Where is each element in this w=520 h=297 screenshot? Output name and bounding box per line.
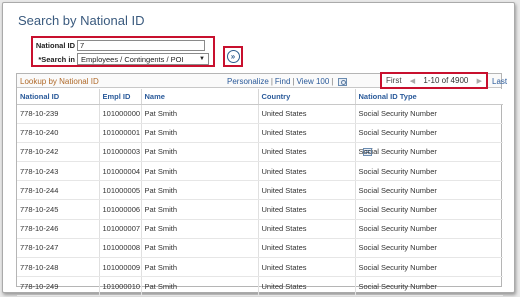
results-table: National ID Empl ID Name Country Nationa… [17,89,503,297]
empl-id-cell[interactable]: 101000007 [99,219,142,239]
table-row[interactable]: 778-10-248 101000009 Pat Smith United St… [17,257,503,278]
table-row[interactable]: 778-10-243 101000004 Pat Smith United St… [17,161,503,182]
arrow-left-icon[interactable]: ◀ [410,77,415,85]
view-100-link[interactable]: View 100 [297,77,330,86]
country-cell[interactable]: United States [258,276,356,297]
search-go-button[interactable]: » [226,50,240,63]
national-id-cell[interactable]: 778-10-245 [17,199,100,220]
country-cell[interactable]: United States [258,219,356,239]
search-in-label: *Search in [38,54,75,64]
national-id-type-cell[interactable]: Social Security Number [355,199,503,220]
national-id-cell[interactable]: 778-10-239 [17,104,100,124]
table-row[interactable]: 778-10-249 101000010 Pat Smith United St… [17,276,503,297]
national-id-cell[interactable]: 778-10-243 [17,161,100,182]
column-header-national-id-type[interactable]: National ID Type [355,89,503,105]
column-header-empl-id[interactable]: Empl ID [99,89,142,105]
toolbar-separator: | [331,77,334,86]
country-cell[interactable]: United States [258,123,356,143]
pager-highlight: First ◀ 1-10 of 4900 ▶ Last [380,72,507,89]
empl-id-cell[interactable]: 101000004 [99,161,142,182]
search-button-highlight: » [223,46,243,67]
national-id-type-cell[interactable]: Social Security Number [355,257,503,278]
name-cell[interactable]: Pat Smith [141,104,259,124]
name-cell[interactable]: Pat Smith [141,180,259,201]
table-row[interactable]: 778-10-246 101000007 Pat Smith United St… [17,219,503,239]
national-id-type-cell[interactable]: Social Security Number [355,276,503,297]
name-cell[interactable]: Pat Smith [141,123,259,143]
national-id-input[interactable]: 7 [77,39,205,51]
table-row[interactable]: 778-10-242 101000003 Pat Smith United St… [17,142,503,163]
empl-id-cell[interactable]: 101000008 [99,238,142,259]
name-cell[interactable]: Pat Smith [141,161,259,182]
empl-id-cell[interactable]: 101000003 [99,142,142,163]
country-cell[interactable]: United States [258,238,356,259]
pager-range: 1-10 of 4900 [423,76,469,85]
search-criteria-box: National ID 7 *Search in Employees / Con… [31,36,215,67]
national-id-type-cell[interactable]: Social Security Number [355,180,503,201]
empl-id-cell[interactable]: 101000009 [99,257,142,278]
name-cell[interactable]: Pat Smith [141,257,259,278]
empl-id-cell[interactable]: 101000001 [99,123,142,143]
country-cell[interactable]: United States [258,199,356,220]
national-id-type-cell[interactable]: Social Security Number [355,219,503,239]
national-id-cell[interactable]: 778-10-244 [17,180,100,201]
grid-header: Lookup by National ID Personalize | Find… [17,72,507,156]
country-cell[interactable]: United States [258,161,356,182]
national-id-cell[interactable]: 778-10-246 [17,219,100,239]
national-id-cell[interactable]: 778-10-242 [17,142,100,163]
arrow-right-icon[interactable]: ▶ [477,77,482,85]
name-cell[interactable]: Pat Smith [141,276,259,297]
column-header-name[interactable]: Name [141,89,259,105]
empl-id-cell[interactable]: 101000010 [99,276,142,297]
name-cell[interactable]: Pat Smith [141,142,259,163]
name-cell[interactable]: Pat Smith [141,199,259,220]
empl-id-cell[interactable]: 101000005 [99,180,142,201]
national-id-type-cell[interactable]: Social Security Number [355,161,503,182]
country-cell[interactable]: United States [258,180,356,201]
grid-toolbar: Personalize | Find | View 100 | [227,77,373,156]
table-row[interactable]: 778-10-239 101000000 Pat Smith United St… [17,104,503,124]
pager-last[interactable]: Last [492,77,507,86]
national-id-type-cell[interactable]: Social Security Number [355,238,503,259]
column-header-national-id[interactable]: National ID [17,89,100,105]
column-header-country[interactable]: Country [258,89,356,105]
table-row[interactable]: 778-10-240 101000001 Pat Smith United St… [17,123,503,143]
table-header-row: National ID Empl ID Name Country Nationa… [17,89,503,105]
search-in-dropdown[interactable]: Employees / Contingents / POI ▼ [77,53,209,65]
page-frame: Search by National ID National ID 7 *Sea… [2,2,515,297]
name-cell[interactable]: Pat Smith [141,219,259,239]
zoom-grid-icon[interactable] [338,77,348,86]
national-id-cell[interactable]: 778-10-247 [17,238,100,259]
table-row[interactable]: 778-10-244 101000005 Pat Smith United St… [17,180,503,201]
double-chevron-right-icon: » [230,51,236,61]
national-id-cell[interactable]: 778-10-240 [17,123,100,143]
country-cell[interactable]: United States [258,104,356,124]
personalize-link[interactable]: Personalize [227,77,269,86]
national-id-type-cell[interactable]: Social Security Number [355,123,503,143]
table-row[interactable]: 778-10-245 101000006 Pat Smith United St… [17,199,503,220]
national-id-row: National ID 7 [33,39,205,51]
national-id-cell[interactable]: 778-10-248 [17,257,100,278]
table-row[interactable]: 778-10-247 101000008 Pat Smith United St… [17,238,503,259]
search-in-value: Employees / Contingents / POI [81,54,184,64]
national-id-cell[interactable]: 778-10-249 [17,276,100,297]
country-cell[interactable]: United States [258,142,356,163]
chevron-down-icon: ▼ [199,56,205,62]
grid-title: Lookup by National ID [20,77,99,86]
empl-id-cell[interactable]: 101000000 [99,104,142,124]
pager-first[interactable]: First [386,76,402,85]
search-in-row: *Search in Employees / Contingents / POI… [33,53,209,65]
page-title: Search by National ID [18,13,145,28]
country-cell[interactable]: United States [258,257,356,278]
national-id-label: National ID [35,40,75,50]
national-id-type-cell[interactable]: Social Security Number [355,104,503,124]
find-link[interactable]: Find [275,77,291,86]
lookup-grid: Lookup by National ID Personalize | Find… [16,72,507,297]
name-cell[interactable]: Pat Smith [141,238,259,259]
empl-id-cell[interactable]: 101000006 [99,199,142,220]
national-id-type-cell[interactable]: Social Security Number [355,142,503,163]
